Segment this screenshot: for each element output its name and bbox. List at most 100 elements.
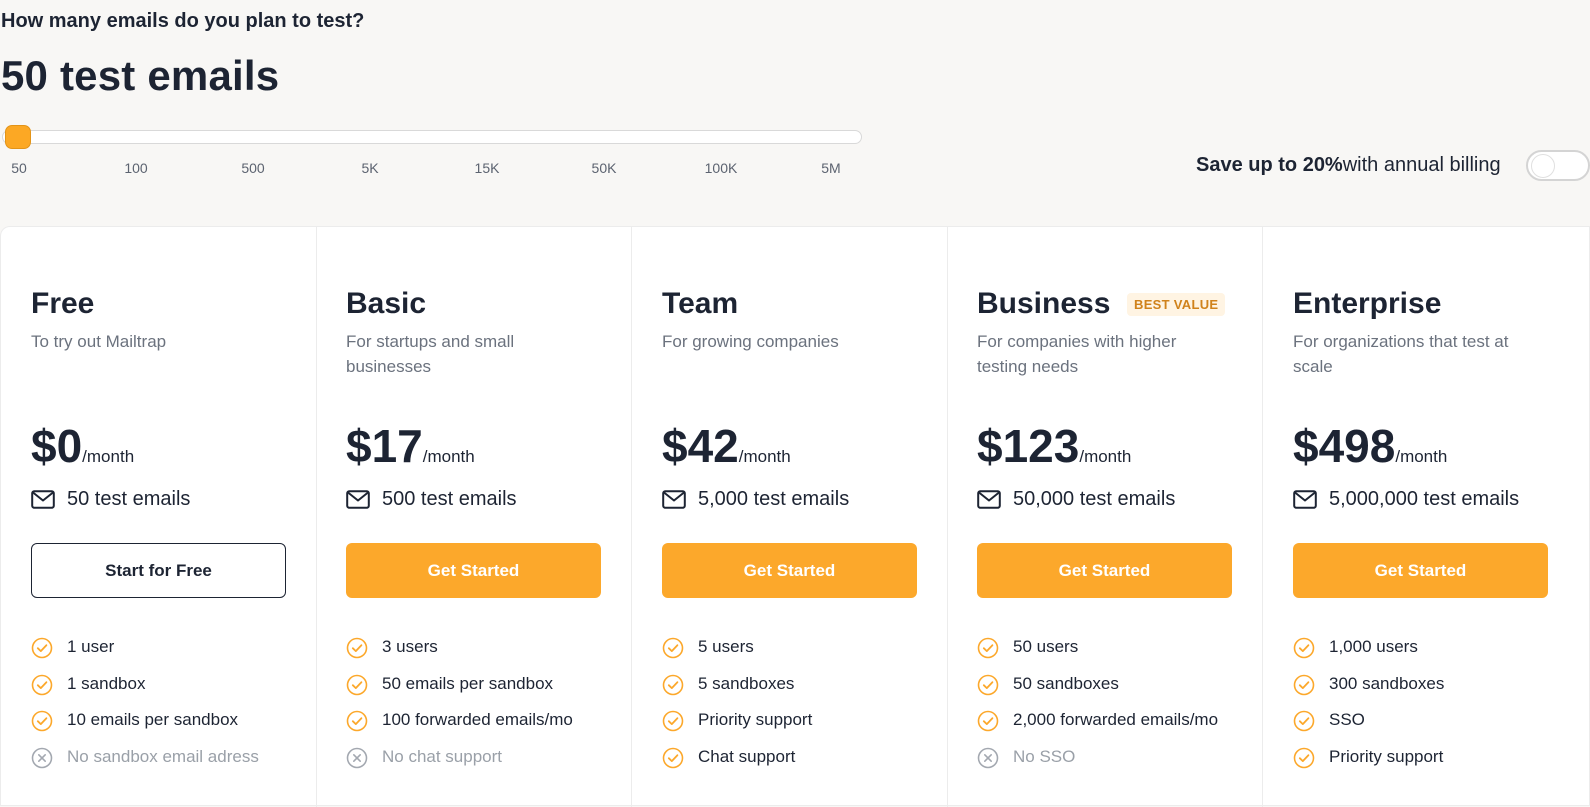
get-started-button[interactable]: Get Started — [977, 543, 1232, 598]
plan-card-free: Free To try out Mailtrap $0/month 50 tes… — [1, 227, 317, 807]
price-amount: $123 — [977, 420, 1080, 472]
slider-ticks: 50 100 500 5K 15K 50K 100K 5M — [0, 160, 880, 180]
check-circle-icon — [662, 674, 684, 696]
plan-price: $498/month — [1293, 419, 1447, 473]
price-period: /month — [1395, 447, 1448, 466]
feature-text: 50 sandboxes — [1013, 673, 1119, 693]
feature-item: SSO — [1293, 710, 1553, 732]
feature-item: Priority support — [1293, 747, 1553, 769]
slider-tick[interactable]: 100 — [124, 160, 147, 176]
feature-item: Chat support — [662, 747, 922, 769]
check-circle-icon — [662, 637, 684, 659]
check-circle-icon — [346, 637, 368, 659]
price-period: /month — [422, 447, 475, 466]
check-circle-icon — [346, 674, 368, 696]
slider-tick[interactable]: 5K — [361, 160, 378, 176]
feature-text: 100 forwarded emails/mo — [382, 710, 573, 729]
envelope-icon — [346, 490, 370, 509]
feature-item: No chat support — [346, 747, 606, 769]
plan-email-volume: 50,000 test emails — [977, 488, 1175, 511]
plan-name: Basic — [346, 287, 427, 320]
plan-description: For organizations that test at scale — [1293, 332, 1509, 376]
envelope-icon — [662, 490, 686, 509]
envelope-icon — [977, 490, 1001, 509]
volume-slider-track[interactable] — [2, 130, 862, 144]
feature-item: 1,000 users — [1293, 637, 1553, 659]
check-circle-icon — [1293, 747, 1315, 769]
feature-item: 2,000 forwarded emails/mo — [977, 710, 1237, 732]
feature-item: 5 users — [662, 637, 922, 659]
check-circle-icon — [662, 710, 684, 732]
plan-name: Free — [31, 287, 95, 320]
price-amount: $17 — [346, 420, 423, 472]
plan-price: $42/month — [662, 419, 791, 473]
price-period: /month — [1079, 447, 1132, 466]
feature-item: 5 sandboxes — [662, 674, 922, 696]
annual-billing-text: with annual billing — [1342, 154, 1501, 176]
feature-text: No chat support — [382, 746, 503, 766]
check-circle-icon — [977, 637, 999, 659]
feature-text: No sandbox email adress — [67, 746, 259, 766]
feature-text: Priority support — [698, 710, 813, 729]
check-circle-icon — [977, 674, 999, 696]
plan-description: For companies with higher testing needs — [977, 332, 1177, 376]
check-circle-icon — [1293, 710, 1315, 732]
check-circle-icon — [1293, 674, 1315, 696]
annual-billing-toggle[interactable] — [1526, 150, 1590, 181]
envelope-icon — [1293, 490, 1317, 509]
x-circle-icon — [977, 747, 999, 769]
plan-description: To try out Mailtrap — [31, 332, 167, 351]
x-circle-icon — [31, 747, 53, 769]
annual-billing-label: Save up to 20%with annual billing — [1196, 154, 1501, 177]
price-amount: $498 — [1293, 420, 1396, 472]
slider-tick[interactable]: 5M — [821, 160, 840, 176]
feature-item: Priority support — [662, 710, 922, 732]
feature-item: 50 sandboxes — [977, 674, 1237, 696]
plan-card-business: Business For companies with higher testi… — [947, 227, 1263, 807]
volume-question: How many emails do you plan to test? — [1, 10, 365, 32]
start-for-free-button[interactable]: Start for Free — [31, 543, 286, 598]
feature-list: 50 users 50 sandboxes 2,000 forwarded emai… — [977, 637, 1237, 783]
x-circle-icon — [346, 747, 368, 769]
check-circle-icon — [1293, 637, 1315, 659]
feature-text: 300 sandboxes — [1329, 673, 1445, 693]
volume-slider-handle[interactable] — [5, 125, 31, 149]
feature-text: 3 users — [382, 637, 438, 656]
plan-name: Team — [662, 287, 739, 320]
plan-description: For growing companies — [662, 332, 839, 351]
plan-card-basic: Basic For startups and small businesses … — [316, 227, 632, 807]
slider-tick[interactable]: 500 — [241, 160, 264, 176]
get-started-button[interactable]: Get Started — [662, 543, 917, 598]
slider-tick[interactable]: 50 — [11, 160, 27, 176]
feature-item: 3 users — [346, 637, 606, 659]
email-volume-text: 5,000 test emails — [698, 488, 850, 510]
get-started-button[interactable]: Get Started — [346, 543, 601, 598]
feature-item: 50 users — [977, 637, 1237, 659]
feature-item: 1 sandbox — [31, 674, 291, 696]
envelope-icon — [31, 490, 55, 509]
feature-list: 5 users 5 sandboxes Priority support Chat s… — [662, 637, 922, 783]
feature-list: 3 users 50 emails per sandbox 100 forwarde… — [346, 637, 606, 783]
slider-tick[interactable]: 100K — [705, 160, 738, 176]
get-started-button[interactable]: Get Started — [1293, 543, 1548, 598]
price-period: /month — [738, 447, 791, 466]
plan-email-volume: 5,000 test emails — [662, 488, 849, 511]
feature-list: 1 user 1 sandbox 10 emails per sandbox No s… — [31, 637, 291, 783]
feature-text: Priority support — [1329, 746, 1444, 766]
plan-price: $123/month — [977, 419, 1131, 473]
pricing-plans: Free To try out Mailtrap $0/month 50 tes… — [0, 226, 1590, 807]
feature-item: 1 user — [31, 637, 291, 659]
best-value-badge: BEST VALUE — [1127, 293, 1226, 316]
toggle-knob — [1531, 154, 1555, 178]
check-circle-icon — [31, 710, 53, 732]
plan-price: $0/month — [31, 419, 134, 473]
plan-email-volume: 50 test emails — [31, 488, 190, 511]
slider-tick[interactable]: 15K — [475, 160, 500, 176]
plan-email-volume: 500 test emails — [346, 488, 517, 511]
price-period: /month — [82, 447, 135, 466]
email-volume-text: 5,000,000 test emails — [1329, 488, 1520, 510]
price-amount: $0 — [31, 420, 83, 472]
slider-tick[interactable]: 50K — [592, 160, 617, 176]
check-circle-icon — [977, 710, 999, 732]
feature-item: 300 sandboxes — [1293, 674, 1553, 696]
